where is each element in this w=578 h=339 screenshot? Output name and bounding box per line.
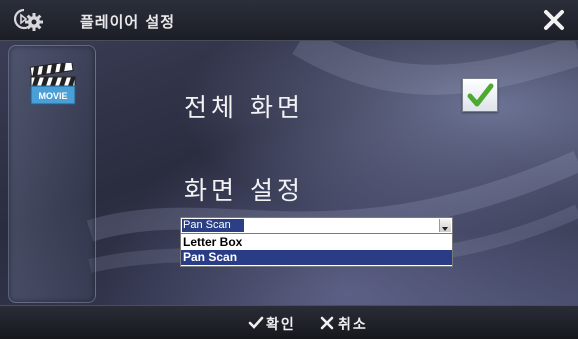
close-icon[interactable] (540, 6, 568, 34)
settings-gear-icon (14, 8, 43, 31)
x-icon (320, 316, 334, 330)
action-bar: 확인 취소 (0, 305, 578, 339)
option-pan-scan[interactable]: Pan Scan (181, 250, 452, 265)
ok-label: 확인 (266, 317, 296, 333)
check-icon (248, 316, 264, 329)
screen-mode-select[interactable]: Pan Scan (180, 217, 453, 234)
clapperboard-icon[interactable]: MOVIE (27, 63, 79, 107)
settings-panel: MOVIE 전체 화면 화면 설정 Pan Scan Letter Box Pa… (0, 41, 578, 305)
player-settings-window: 플레이어 설정 MOVIE 전체 화면 화면 설정 Pan Scan Lette… (0, 0, 578, 339)
category-sidebar: MOVIE (8, 45, 96, 303)
fullscreen-label: 전체 화면 (184, 93, 304, 122)
screen-mode-selected-value: Pan Scan (182, 219, 244, 232)
dropdown-arrow-icon[interactable] (439, 219, 451, 232)
screen-setting-label: 화면 설정 (184, 176, 304, 205)
option-letter-box[interactable]: Letter Box (181, 235, 452, 250)
cancel-label: 취소 (338, 317, 368, 333)
screen-mode-options: Letter Box Pan Scan (180, 234, 453, 267)
window-title: 플레이어 설정 (80, 13, 176, 31)
movie-label: MOVIE (38, 91, 67, 101)
fullscreen-checkbox[interactable] (462, 78, 498, 112)
title-bar: 플레이어 설정 (0, 0, 578, 41)
checkmark-icon (467, 83, 494, 107)
